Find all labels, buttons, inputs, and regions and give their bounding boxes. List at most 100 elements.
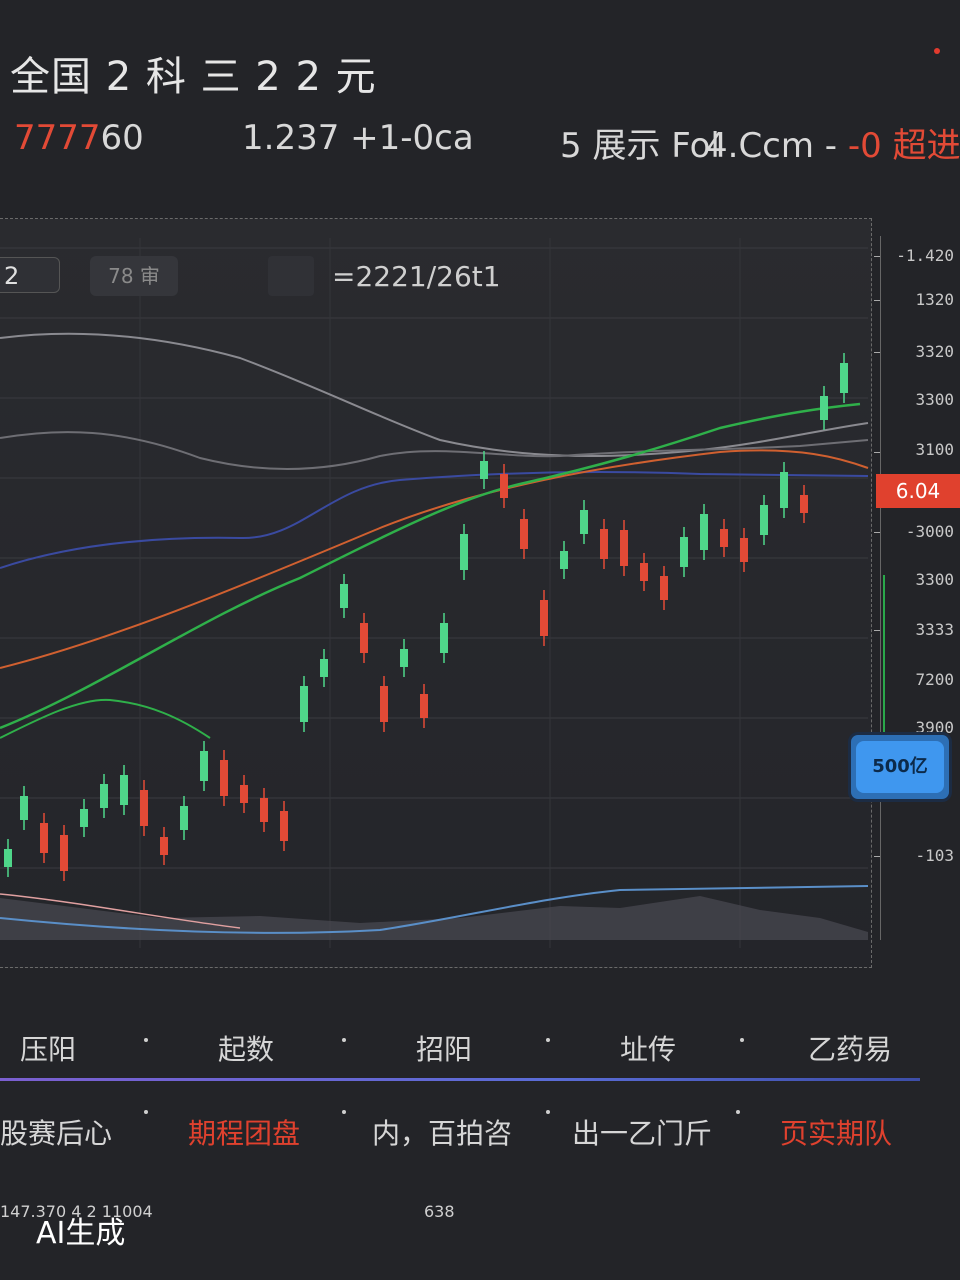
price-tick: 3300 xyxy=(915,390,954,409)
price-tick: -103 xyxy=(915,846,954,865)
stat-price-value: 60 xyxy=(100,118,144,158)
candle xyxy=(660,576,668,600)
candle xyxy=(280,811,288,841)
candle xyxy=(680,537,688,567)
ai-watermark: AI生成 xyxy=(36,1216,126,1251)
candle xyxy=(40,823,48,853)
stat-price-highlight: 7777 xyxy=(14,118,101,158)
nav-item[interactable]: 址传 xyxy=(620,1028,676,1068)
price-tick: 3333 xyxy=(915,620,954,639)
info-separator xyxy=(342,1110,346,1114)
nav-item[interactable]: 乙药易 xyxy=(808,1028,892,1068)
nav-separator xyxy=(342,1038,346,1042)
info-item[interactable]: 内，百拍咨 xyxy=(372,1112,512,1152)
price-tick: 1320 xyxy=(915,290,954,309)
candle xyxy=(840,363,848,393)
tick-mark xyxy=(874,300,880,301)
info-separator xyxy=(546,1110,550,1114)
price-tick: 3300 xyxy=(915,570,954,589)
nav-separator xyxy=(144,1038,148,1042)
nav-separator xyxy=(740,1038,744,1042)
stat-change-value: 1.237 +1-0ca xyxy=(242,118,474,158)
candle xyxy=(580,510,588,534)
nav-item[interactable]: 招阳 xyxy=(416,1028,472,1068)
price-tick: -1.420 xyxy=(896,246,954,265)
candle xyxy=(240,785,248,803)
nav-item[interactable]: 压阳 xyxy=(20,1028,76,1068)
page-title: 全国 2 科 三 2 2 元 xyxy=(10,54,377,100)
info-separator xyxy=(736,1110,740,1114)
date-range-label: =2221/26t1 xyxy=(332,260,501,293)
stat-volume: 5 展示 Fol xyxy=(560,118,720,167)
interval-chip[interactable]: 78 审 xyxy=(90,256,178,296)
candle xyxy=(220,760,228,796)
candle xyxy=(640,563,648,581)
ma-line-green-lower xyxy=(0,698,211,739)
candle xyxy=(4,849,12,867)
candle xyxy=(20,796,28,820)
toolbar-blank-button[interactable] xyxy=(268,256,314,296)
candle xyxy=(140,790,148,826)
period-chip[interactable]: 2 xyxy=(0,257,60,293)
info-item[interactable]: 页实期队 xyxy=(780,1112,892,1152)
tick-mark xyxy=(874,630,880,631)
bottom-nav: 压阳 起数 招阳 址传 乙药易 xyxy=(0,1024,960,1070)
candle xyxy=(620,530,628,566)
info-item[interactable]: 期程团盘 xyxy=(188,1112,300,1152)
status-dot xyxy=(934,48,940,54)
candle xyxy=(460,534,468,570)
price-tick: 7200 xyxy=(915,670,954,689)
tick-mark xyxy=(874,352,880,353)
candle xyxy=(360,623,368,653)
current-price-tag: 6.04 xyxy=(876,474,960,508)
candle xyxy=(320,659,328,677)
info-row: 股赛后心 期程团盘 内，百拍咨 出一乙门斤 页实期队 xyxy=(0,1108,960,1154)
candle xyxy=(120,775,128,805)
candle xyxy=(740,538,748,562)
price-tick: 3320 xyxy=(915,342,954,361)
candle xyxy=(80,809,88,827)
candle xyxy=(720,529,728,547)
candle xyxy=(400,649,408,667)
ma-line-orange xyxy=(0,449,869,669)
candle xyxy=(200,751,208,781)
nav-separator xyxy=(546,1038,550,1042)
nav-item[interactable]: 起数 xyxy=(218,1028,274,1068)
tick-mark xyxy=(874,256,880,257)
candle xyxy=(520,519,528,549)
candle xyxy=(480,461,488,479)
candle xyxy=(760,505,768,535)
candlestick-chart[interactable] xyxy=(0,218,872,968)
price-axis: -1.420 1320 3320 3300 3100 -3000 3300 33… xyxy=(874,230,960,950)
price-tick: -3000 xyxy=(905,522,954,541)
footer-count: 638 xyxy=(424,1202,455,1221)
candle xyxy=(820,396,828,420)
candle xyxy=(560,551,568,569)
ma-line-blue xyxy=(0,471,869,569)
stat-change: 1.237 +1-0ca xyxy=(242,118,474,158)
stat-amount-highlight: -0 超进 xyxy=(847,126,960,166)
candle xyxy=(180,806,188,830)
candle xyxy=(700,514,708,550)
candle xyxy=(340,584,348,608)
tick-mark xyxy=(874,856,880,857)
price-tick: 3100 xyxy=(915,440,954,459)
section-divider xyxy=(0,1078,920,1081)
info-item[interactable]: 出一乙门斤 xyxy=(572,1112,712,1152)
tick-mark xyxy=(874,452,880,453)
candle xyxy=(160,837,168,855)
candle xyxy=(100,784,108,808)
candle xyxy=(780,472,788,508)
candle xyxy=(540,600,548,636)
info-separator xyxy=(144,1110,148,1114)
candle xyxy=(600,529,608,559)
stat-price: 777760 xyxy=(14,118,144,158)
candle xyxy=(60,835,68,871)
tick-mark xyxy=(874,532,880,533)
info-item[interactable]: 股赛后心 xyxy=(0,1112,112,1152)
candle xyxy=(420,694,428,718)
stat-amount-value: 4.Ccm - -0 超进 xyxy=(706,126,960,166)
highlight-value-button[interactable]: 500亿 xyxy=(848,732,952,802)
volume-area xyxy=(0,896,868,940)
candle xyxy=(800,495,808,513)
